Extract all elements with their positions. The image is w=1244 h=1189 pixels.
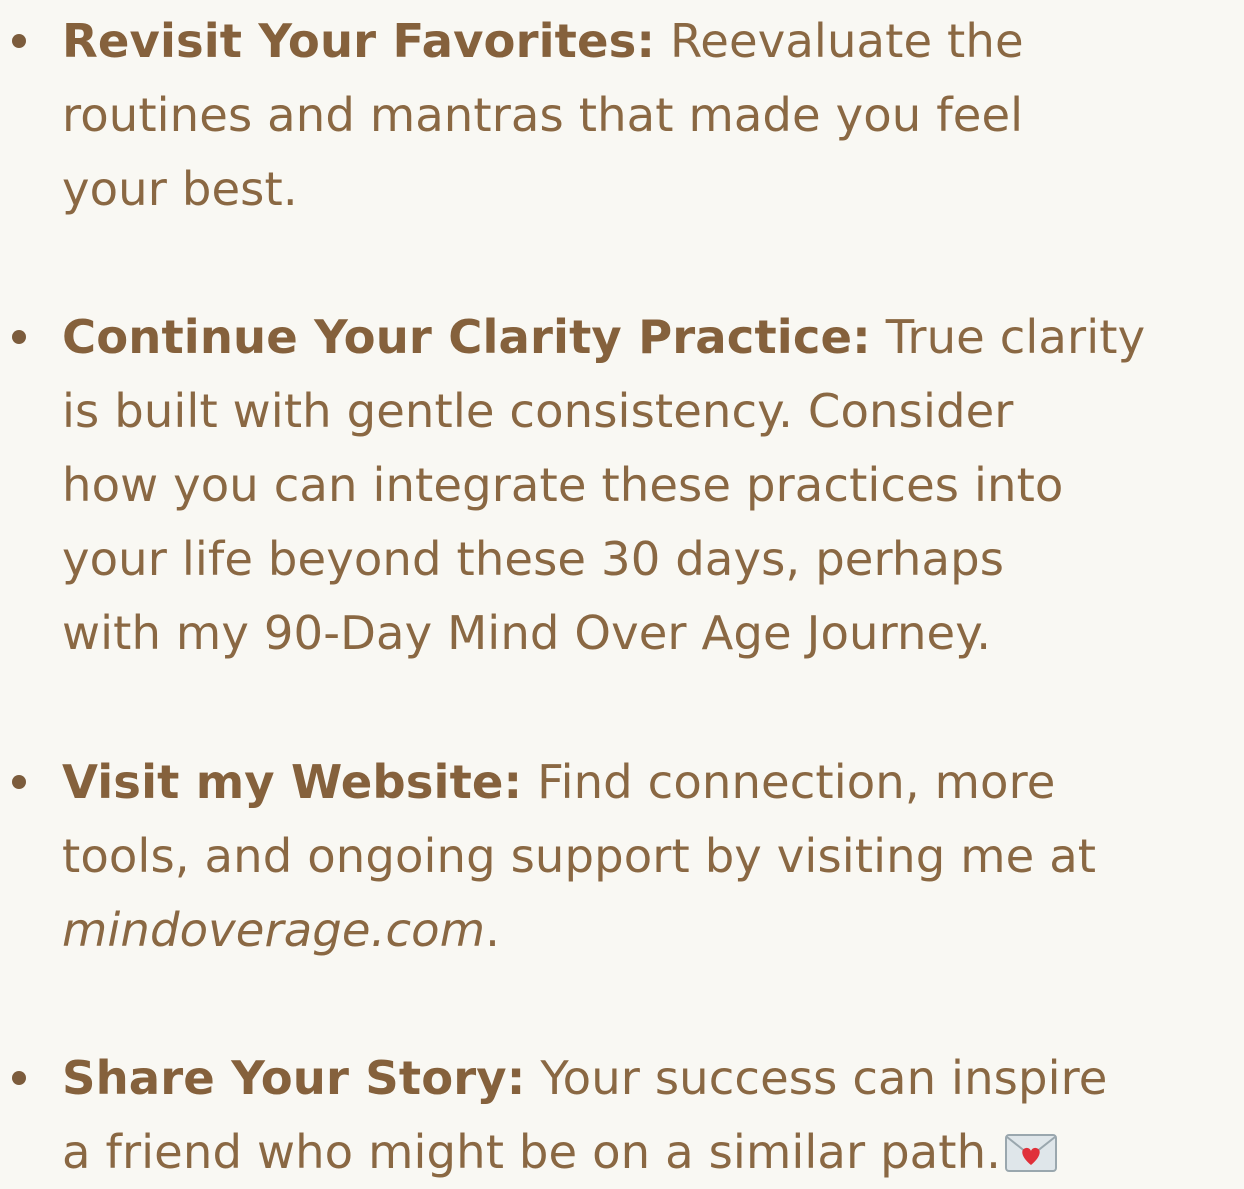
- item-line-text: True clarity: [885, 310, 1146, 364]
- item-line-text: your life beyond these 30 days, perhaps: [62, 532, 1005, 586]
- bullet-icon: [12, 1071, 26, 1085]
- item-term: Continue Your Clarity Practice:: [62, 310, 871, 364]
- item-line-text: how you can integrate these practices in…: [62, 458, 1064, 512]
- item-line-text: routines and mantras that made you feel: [62, 88, 1024, 142]
- item-line: Share Your Story: Your success can inspi…: [62, 1041, 1244, 1115]
- item-line-text: a friend who might be on a similar path.: [62, 1125, 1002, 1179]
- item-term: Revisit Your Favorites:: [62, 14, 656, 68]
- item-line-text: Reevaluate the: [669, 14, 1024, 68]
- item-line: tools, and ongoing support by visiting m…: [62, 819, 1244, 893]
- item-line-text: is built with gentle consistency. Consid…: [62, 384, 1014, 438]
- item-line-text: Find connection, more: [537, 755, 1056, 809]
- item-line: Revisit Your Favorites: Reevaluate the: [62, 4, 1244, 78]
- item-text: Continue Your Clarity Practice: True cla…: [62, 300, 1244, 670]
- item-line: how you can integrate these practices in…: [62, 448, 1244, 522]
- item-term: Share Your Story:: [62, 1051, 526, 1105]
- item-line: with my 90-Day Mind Over Age Journey.: [62, 596, 1244, 670]
- item-text: Visit my Website: Find connection, more …: [62, 745, 1244, 967]
- item-line: your best.: [62, 152, 1244, 226]
- item-line-text: tools, and ongoing support by visiting m…: [62, 829, 1097, 883]
- item-line: your life beyond these 30 days, perhaps: [62, 522, 1244, 596]
- item-line: Continue Your Clarity Practice: True cla…: [62, 300, 1244, 374]
- bullet-icon: [12, 34, 26, 48]
- item-text: Share Your Story: Your success can inspi…: [62, 1041, 1244, 1189]
- website-link[interactable]: mindoverage.com: [62, 903, 485, 957]
- love-letter-icon: [1005, 1134, 1058, 1172]
- item-line-text: with my 90-Day Mind Over Age Journey.: [62, 606, 992, 660]
- item-line-text: your best.: [62, 162, 298, 216]
- bullet-icon: [12, 330, 26, 344]
- item-term: Visit my Website:: [62, 755, 523, 809]
- bullet-icon: [12, 775, 26, 789]
- item-text: Revisit Your Favorites: Reevaluate the r…: [62, 4, 1244, 226]
- link-suffix: .: [485, 903, 501, 957]
- item-line: Visit my Website: Find connection, more: [62, 745, 1244, 819]
- item-line: is built with gentle consistency. Consid…: [62, 374, 1244, 448]
- item-line: a friend who might be on a similar path.: [62, 1115, 1244, 1189]
- item-line: mindoverage.com.: [62, 893, 1244, 967]
- item-line-text: Your success can inspire: [540, 1051, 1108, 1105]
- item-line: routines and mantras that made you feel: [62, 78, 1244, 152]
